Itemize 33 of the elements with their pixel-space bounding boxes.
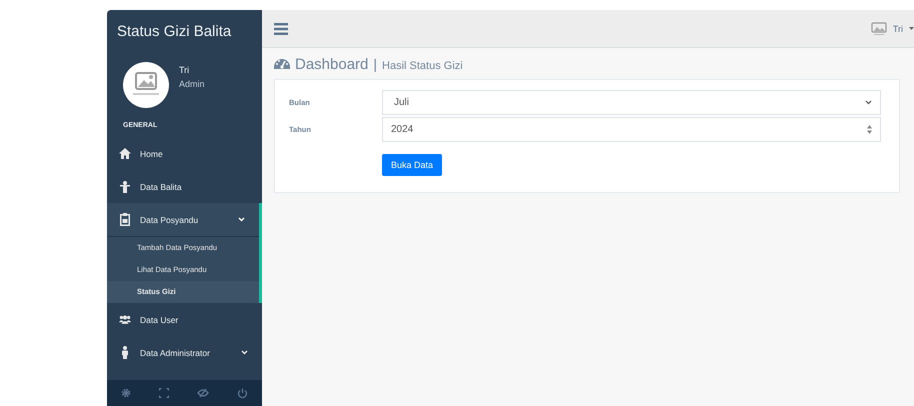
user-role: Admin bbox=[179, 79, 205, 89]
dashboard-icon bbox=[274, 56, 290, 69]
sidebar-item[interactable]: Data Posyandu bbox=[107, 203, 259, 236]
avatar-placeholder-icon bbox=[870, 22, 887, 36]
app-title: Status Gizi Balita bbox=[116, 22, 232, 42]
open-data-button[interactable]: Buka Data bbox=[382, 154, 442, 176]
fullscreen-icon[interactable] bbox=[159, 388, 169, 398]
home-icon bbox=[119, 148, 131, 159]
page-title: Dashboard bbox=[295, 56, 368, 73]
title-separator: | bbox=[373, 56, 378, 72]
chevron-icon bbox=[865, 100, 872, 105]
sidebar-item[interactable]: Data Balita bbox=[107, 170, 262, 203]
user-menu[interactable]: Tri bbox=[870, 22, 914, 36]
person-icon bbox=[119, 346, 131, 359]
users-icon bbox=[119, 314, 131, 325]
select-field[interactable]: Juli bbox=[382, 90, 881, 115]
number-field[interactable]: 2024 bbox=[382, 117, 881, 142]
chevron-icon bbox=[241, 350, 248, 355]
child-icon bbox=[119, 180, 131, 192]
power-icon[interactable] bbox=[237, 388, 248, 398]
eye-slash-icon[interactable] bbox=[197, 388, 209, 398]
clipboard-icon bbox=[119, 213, 131, 226]
settings-icon[interactable] bbox=[121, 388, 131, 398]
page-subtitle: Hasil Status Gizi bbox=[382, 60, 463, 72]
spinner-icon[interactable] bbox=[867, 125, 872, 134]
avatar-placeholder-icon bbox=[123, 62, 169, 108]
user-name: Tri bbox=[179, 65, 190, 75]
sidebar-item[interactable]: Data Administrator bbox=[107, 336, 262, 369]
chevron-icon bbox=[238, 217, 245, 222]
sidebar-item[interactable]: Data User bbox=[107, 303, 262, 336]
sidebar-item[interactable]: Home bbox=[107, 137, 262, 170]
caret-icon bbox=[909, 27, 914, 30]
menu-icon[interactable] bbox=[274, 22, 288, 34]
